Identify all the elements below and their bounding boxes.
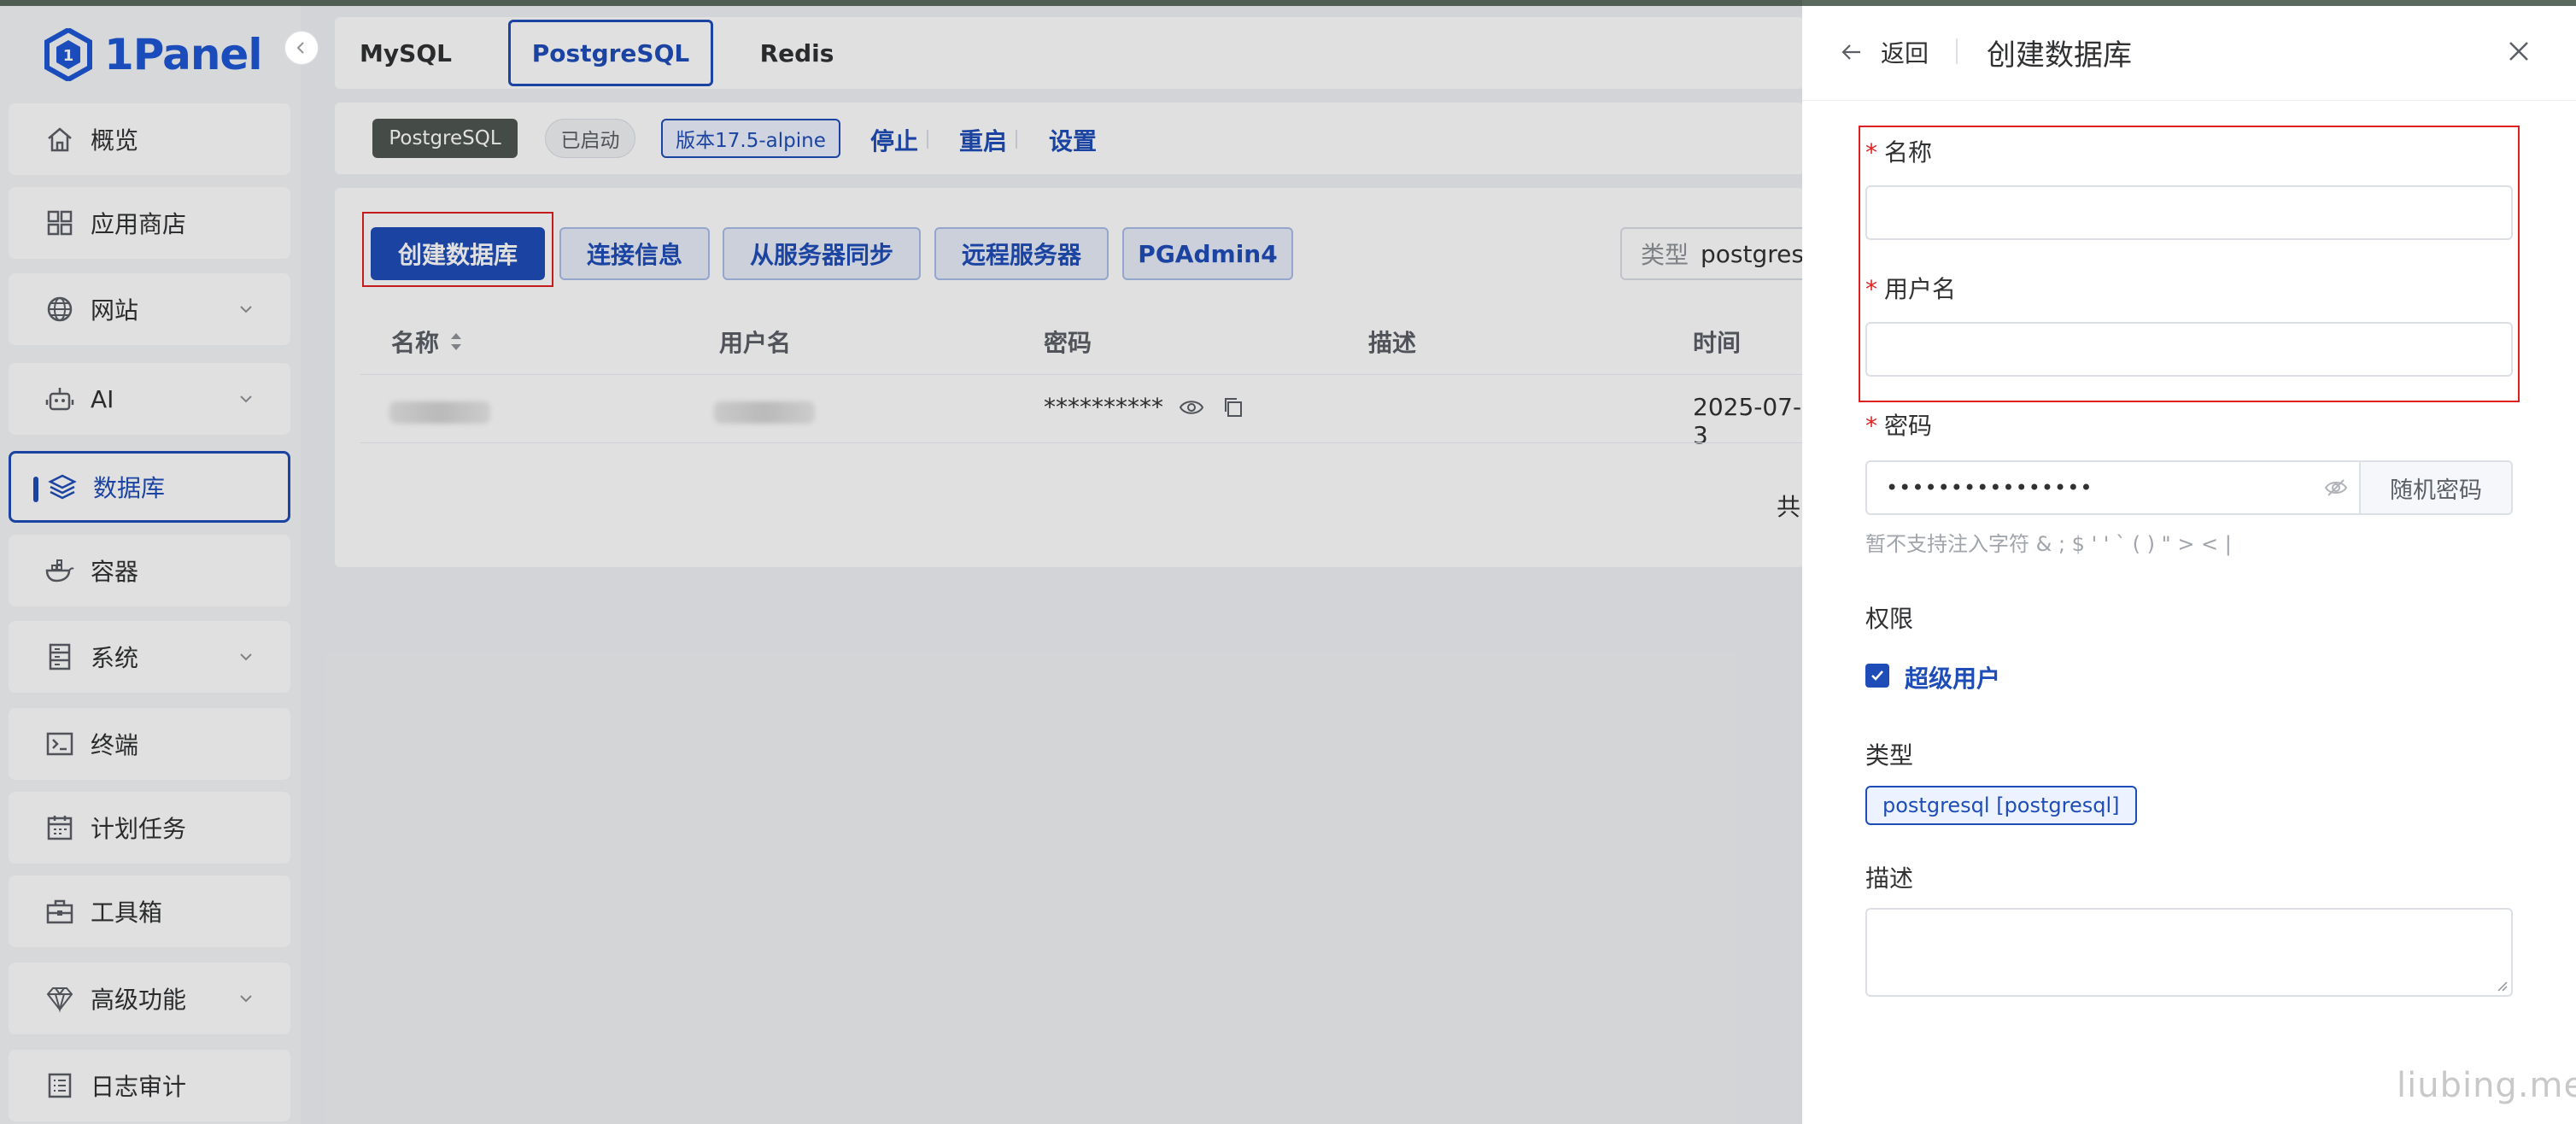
resize-grip-icon[interactable] bbox=[2496, 980, 2508, 992]
type-tag: postgresql [postgresql] bbox=[1865, 786, 2137, 825]
password-label: * 密码 bbox=[1865, 412, 1933, 440]
password-field[interactable]: •••••••••••••••• 随机密码 bbox=[1865, 460, 2513, 515]
superuser-checkbox[interactable] bbox=[1865, 664, 1889, 688]
permission-label: 权限 bbox=[1865, 605, 1914, 633]
back-label: 返回 bbox=[1881, 39, 1929, 67]
divider bbox=[1956, 38, 1958, 64]
arrow-left-icon bbox=[1841, 44, 1860, 60]
random-password-button[interactable]: 随机密码 bbox=[2359, 462, 2511, 513]
chevron-left-icon bbox=[296, 42, 304, 54]
check-icon bbox=[1871, 670, 1883, 681]
password-input[interactable]: •••••••••••••••• bbox=[1867, 462, 2313, 513]
sidebar-collapse-button[interactable] bbox=[284, 31, 319, 65]
type-label: 类型 bbox=[1865, 741, 1914, 770]
superuser-label[interactable]: 超级用户 bbox=[1905, 660, 2000, 694]
create-database-drawer: 返回 创建数据库 * 名称 * 用户名 * 密码 •••••••••••••••• 随… bbox=[1802, 6, 2576, 1124]
modal-overlay[interactable] bbox=[0, 0, 1802, 1124]
drawer-title: 创建数据库 bbox=[1987, 38, 2132, 73]
password-hint: 暂不支持注入字符 & ; $ ' ' ` ( ) " > < | bbox=[1865, 532, 2232, 556]
description-label: 描述 bbox=[1865, 864, 1914, 893]
close-icon[interactable] bbox=[2506, 38, 2532, 64]
eye-off-icon[interactable] bbox=[2313, 462, 2359, 513]
watermark: liubing.me bbox=[2397, 1066, 2576, 1105]
username-input[interactable] bbox=[1865, 322, 2513, 377]
name-label: * 名称 bbox=[1865, 138, 1933, 167]
drawer-header: 返回 创建数据库 bbox=[1802, 6, 2576, 101]
back-button[interactable]: 返回 bbox=[1840, 35, 1929, 69]
name-input[interactable] bbox=[1865, 185, 2513, 240]
description-textarea[interactable] bbox=[1865, 908, 2513, 997]
username-label: * 用户名 bbox=[1865, 275, 1957, 303]
